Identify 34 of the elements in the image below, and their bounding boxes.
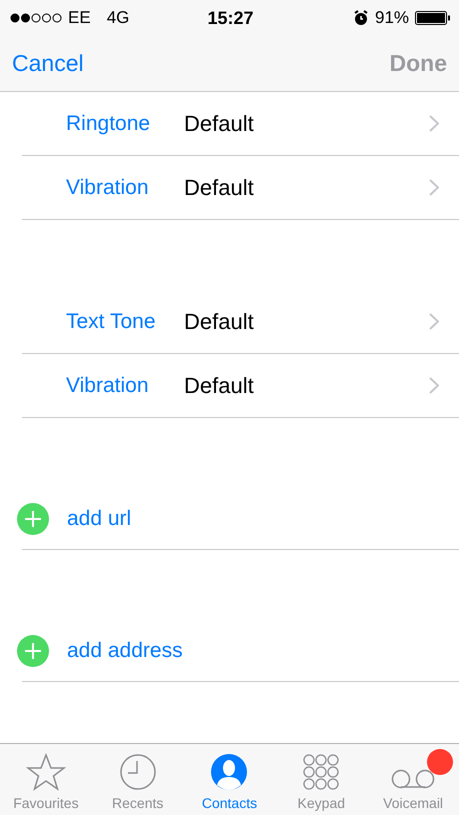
keypad-icon xyxy=(302,753,340,791)
tab-bar-item[interactable]: Contacts xyxy=(184,744,276,815)
tab-bar-item[interactable]: Recents xyxy=(92,744,184,815)
network-type: 4G xyxy=(106,8,130,28)
add-field-link[interactable]: add address xyxy=(67,638,183,662)
setting-value[interactable]: Default xyxy=(184,308,429,334)
carrier-name: EE xyxy=(68,8,91,28)
star-icon xyxy=(26,753,66,791)
setting-value[interactable]: Default xyxy=(184,372,429,398)
person-icon xyxy=(210,753,248,791)
setting-label: Ringtone xyxy=(66,112,152,136)
battery-percentage: 91% xyxy=(374,8,410,28)
voicemail-icon xyxy=(390,767,436,791)
cancel-button[interactable]: Cancel xyxy=(12,50,84,77)
setting-value[interactable]: Default xyxy=(184,110,429,136)
setting-label: Vibration xyxy=(66,374,150,398)
tab-bar-item[interactable]: Favourites xyxy=(0,744,92,815)
tab-bar-item[interactable]: Keypad xyxy=(275,744,368,815)
setting-label: Text Tone xyxy=(66,310,157,334)
setting-label: Vibration xyxy=(66,176,150,200)
chevron-icon xyxy=(429,313,439,330)
signal-icon xyxy=(10,13,62,23)
alarm-icon xyxy=(352,10,369,26)
chevron-icon xyxy=(429,115,439,132)
tab-bar-item[interactable]: Voicemail xyxy=(367,744,459,815)
add-icon[interactable] xyxy=(17,634,49,666)
setting-value[interactable]: Default xyxy=(184,174,429,200)
add-icon[interactable] xyxy=(17,502,49,534)
battery-icon xyxy=(415,11,452,25)
chevron-icon xyxy=(429,377,439,394)
clock-time: 15:27 xyxy=(207,8,254,28)
clock-icon xyxy=(118,753,157,791)
chevron-icon xyxy=(429,179,439,196)
add-field-link[interactable]: add url xyxy=(67,506,132,530)
